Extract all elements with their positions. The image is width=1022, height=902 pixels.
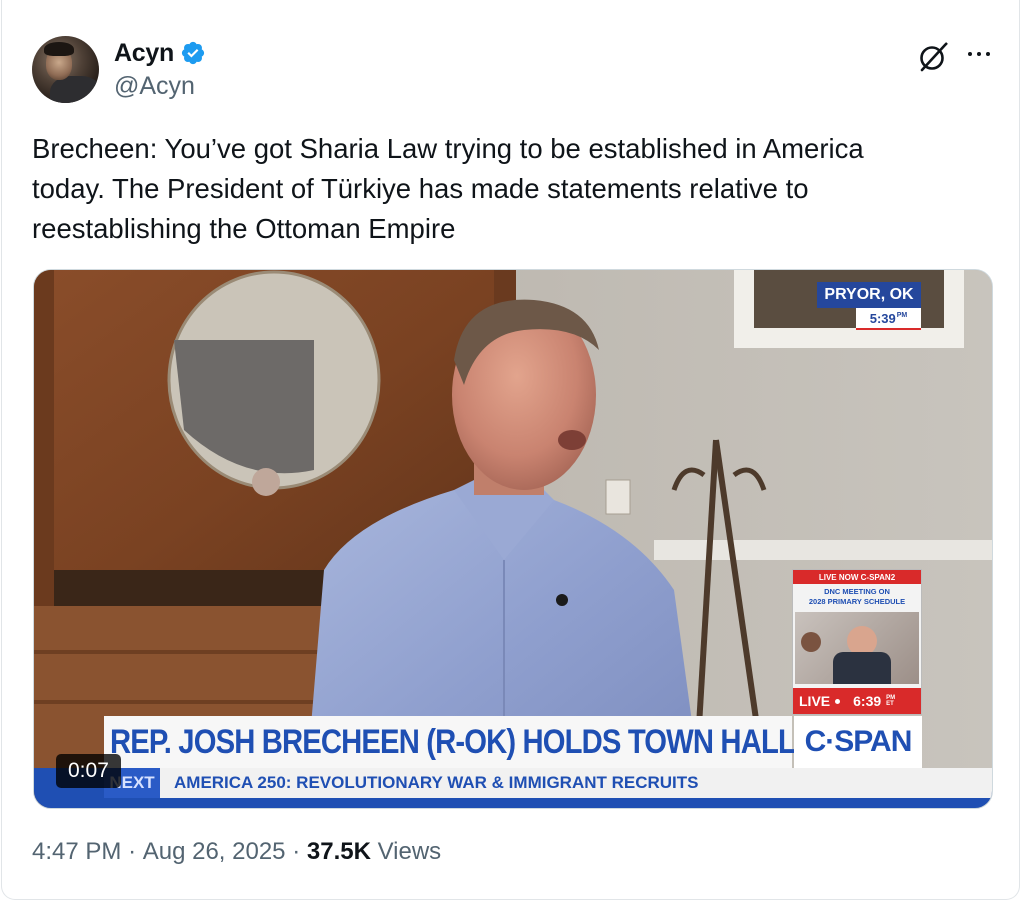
avatar-hair (44, 42, 74, 56)
post-text-line: today. The President of Türkiye has made… (32, 173, 809, 204)
pip-title: DNC MEETING ON 2028 PRIMARY SCHEDULE (793, 584, 921, 607)
meta-separator: · (286, 838, 307, 866)
pip-live-label: LIVE (799, 693, 831, 709)
dot (968, 52, 972, 56)
meta-separator: · (121, 838, 142, 866)
pip-line: DNC MEETING ON (824, 587, 890, 596)
post-meta: 4:47 PM · Aug 26, 2025 · 37.5K Views (32, 838, 441, 866)
network-logo: C·SPAN (794, 716, 922, 768)
pip-header: LIVE NOW C-SPAN2 (793, 570, 921, 584)
pip-video (795, 612, 919, 684)
next-bar: NEXT AMERICA 250: REVOLUTIONARY WAR & IM… (34, 768, 992, 808)
views-count[interactable]: 37.5K (307, 838, 371, 866)
separator-dot: · (292, 838, 301, 865)
next-title: AMERICA 250: REVOLUTIONARY WAR & IMMIGRA… (160, 768, 992, 798)
views-label[interactable]: Views (378, 838, 442, 865)
views-label-wrap: Views (371, 838, 442, 866)
time-bug-time: 5:39 (869, 310, 896, 326)
post-text: Brecheen: You’ve got Sharia Law trying t… (32, 129, 992, 249)
grok-icon[interactable] (916, 40, 950, 74)
dot (977, 52, 981, 56)
author-name-row[interactable]: Acyn (114, 38, 206, 68)
post-card[interactable]: Acyn @Acyn Brecheen: You’ve got Sharia L… (1, 0, 1020, 900)
separator-dot: · (128, 838, 137, 865)
time-bug-suffix: PM (896, 312, 908, 319)
pip-live-bar: LIVE 6:39 PM ET (793, 688, 921, 714)
post-date[interactable]: Aug 26, 2025 (143, 838, 286, 866)
lower-third-title: REP. JOSH BRECHEEN (R-OK) HOLDS TOWN HAL… (104, 716, 796, 768)
author-handle[interactable]: @Acyn (114, 72, 195, 101)
author-display-name[interactable]: Acyn (114, 39, 174, 68)
dot (986, 52, 990, 56)
location-bug: PRYOR, OK (817, 282, 921, 308)
post-time[interactable]: 4:47 PM (32, 838, 121, 866)
lower-third-text: REP. JOSH BRECHEEN (R-OK) HOLDS TOWN HAL… (110, 722, 796, 761)
pip-preview: LIVE NOW C-SPAN2 DNC MEETING ON 2028 PRI… (792, 569, 922, 715)
avatar-body (50, 76, 99, 103)
live-dot-icon (835, 698, 841, 704)
author-avatar[interactable] (32, 36, 99, 103)
video-player[interactable]: PRYOR, OK 5:39 PM LIVE NOW C-SPAN2 DNC M… (33, 269, 993, 809)
pip-time: 6:39 (853, 693, 882, 709)
post-text-line: Brecheen: You’ve got Sharia Law trying t… (32, 133, 864, 164)
more-options-icon[interactable] (963, 46, 995, 62)
time-bug: 5:39 PM (856, 308, 921, 330)
pip-time-suffix: PM ET (886, 695, 896, 707)
post-text-line: reestablishing the Ottoman Empire (32, 213, 456, 244)
pip-line: 2028 PRIMARY SCHEDULE (808, 597, 906, 606)
verified-badge-icon (181, 41, 205, 65)
video-duration: 0:07 (56, 754, 121, 788)
